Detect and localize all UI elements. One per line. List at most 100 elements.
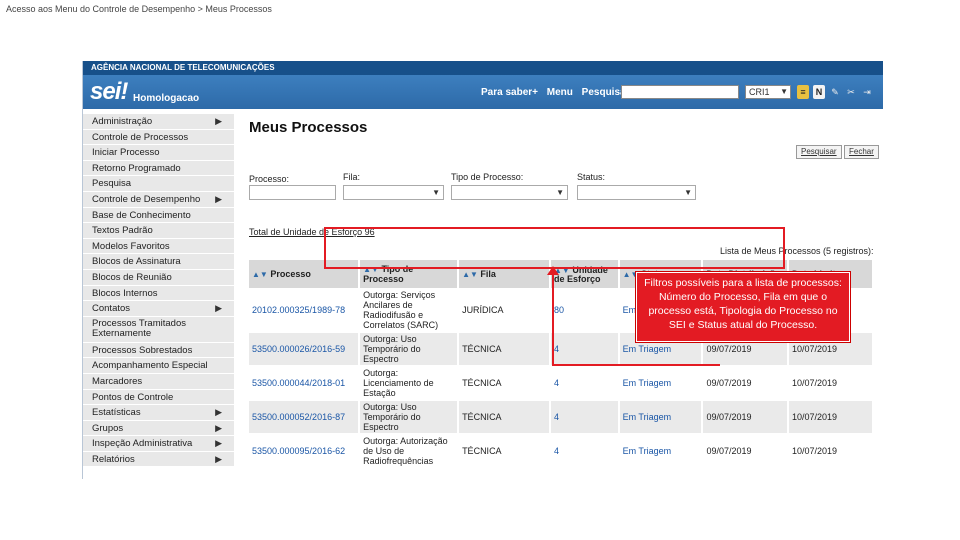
sidebar-item[interactable]: Retorno Programado [83,160,234,177]
sidebar-item-label: Controle de Processos [92,131,189,143]
arrow-line [552,270,554,366]
chevron-right-icon: ▶ [215,303,222,314]
sidebar-item-label: Grupos [92,422,124,434]
unit-selected: CRI1 [749,87,770,97]
sidebar-item[interactable]: Inspeção Administrativa ▶ [83,436,234,452]
sidebar-item[interactable]: Base de Conhecimento [83,207,234,224]
top-menu: Para saber+ Menu Pesquisa [481,87,632,98]
filter-fila-select[interactable]: ▼ [343,185,444,200]
sidebar-item[interactable]: Modelos Favoritos [83,238,234,255]
sidebar-item[interactable]: Estatísticas ▶ [83,405,234,421]
cell-unidade: 4 [550,366,620,401]
sidebar-item-label: Acompanhamento Especial [92,360,208,372]
news-icon[interactable]: N [813,85,825,99]
sort-icon[interactable]: ▲▼ [462,270,478,279]
sidebar-item[interactable]: Processos Sobrestados [83,342,234,359]
chevron-right-icon: ▶ [215,422,222,433]
table-row[interactable]: 53500.000095/2016-62 Outorga: Autorização… [249,434,874,469]
sidebar-item-label: Textos Padrão [92,225,153,237]
sidebar-item-label: Controle de Desempenho [92,193,201,205]
chevron-down-icon: ▼ [684,188,692,197]
user-icon[interactable]: ✎ [829,85,841,99]
sidebar-item-label: Base de Conhecimento [92,209,191,221]
cell-data-limite: 10/07/2019 [788,400,874,435]
table-row[interactable]: 53500.000052/2016-87 Outorga: Uso Temporá… [249,400,874,435]
sidebar-item-label: Retorno Programado [92,162,181,174]
sidebar-item-label: Modelos Favoritos [92,240,170,252]
cell-data-limite: 10/07/2019 [788,366,874,401]
chevron-right-icon: ▶ [215,116,222,126]
cell-fila: TÉCNICA [458,400,551,435]
table-row[interactable]: 53500.000044/2018-01 Outorga: Licenciamen… [249,366,874,401]
cell-processo[interactable]: 53500.000052/2016-87 [249,400,361,435]
sidebar-item[interactable]: Blocos Internos [83,285,234,302]
sidebar-item-label: Iniciar Processo [92,147,160,159]
cell-tipo: Outorga: Uso Temporário do Espectro [359,400,460,435]
cell-processo[interactable]: 53500.000026/2016-59 [249,332,361,367]
fechar-button[interactable]: Fechar [844,145,879,159]
cell-fila: TÉCNICA [458,434,551,469]
search-input[interactable] [621,85,739,99]
sidebar-item[interactable]: Acompanhamento Especial [83,358,234,374]
sidebar-item[interactable]: Administração ▶ [83,114,234,130]
cell-processo[interactable]: 53500.000095/2016-62 [249,434,361,469]
sidebar-item[interactable]: Pontos de Controle [83,389,234,406]
sidebar-item[interactable]: Controle de Processos [83,129,234,146]
cell-unidade: 80 [550,288,620,333]
menu-para-saber[interactable]: Para saber+ [481,87,538,98]
sidebar-item-label: Marcadores [92,375,143,387]
sidebar-item-label: Estatísticas [92,407,141,419]
sidebar-item-label: Blocos de Reunião [92,271,172,283]
page-title: Meus Processos [249,119,368,136]
chevron-right-icon: ▶ [215,438,222,449]
cell-data-distribuicao: 09/07/2019 [702,400,789,435]
filter-tipo-select[interactable]: ▼ [451,185,568,200]
sort-icon[interactable]: ▲▼ [252,270,268,279]
filter-status-select[interactable]: ▼ [577,185,696,200]
filter-processo-label: Processo: [249,174,290,184]
sidebar-item[interactable]: Iniciar Processo [83,145,234,161]
filter-processo-input[interactable] [249,185,336,200]
sidebar-item[interactable]: Grupos ▶ [83,420,234,437]
sidebar-item-label: Processos Tramitados Externamente [92,317,186,339]
cell-fila: TÉCNICA [458,332,551,367]
cell-tipo: Outorga: Licenciamento de Estação [359,366,460,401]
chevron-right-icon: ▶ [215,193,222,204]
cell-unidade: 4 [550,400,620,435]
tools-icon[interactable]: ✂ [845,85,857,99]
cell-data-limite: 10/07/2019 [788,434,874,469]
notification-icon[interactable]: ≡ [797,85,809,99]
cell-unidade: 4 [550,332,620,367]
agency-bar: AGÊNCIA NACIONAL DE TELECOMUNICAÇÕES [83,61,883,75]
chevron-right-icon: ▶ [215,407,222,418]
sidebar-item[interactable]: Processos Tramitados Externamente [83,316,234,343]
pesquisar-button[interactable]: Pesquisar [796,145,842,159]
cell-status[interactable]: Em Triagem [618,400,704,435]
sidebar-item-label: Blocos Internos [92,287,158,299]
cell-status[interactable]: Em Triagem [618,366,704,401]
cell-unidade: 4 [550,434,620,469]
filter-tipo-label: Tipo de Processo: [451,172,524,182]
sidebar-item[interactable]: Controle de Desempenho ▶ [83,191,234,208]
sei-logo[interactable]: sei! [90,78,128,106]
cell-processo[interactable]: 53500.000044/2018-01 [249,366,361,401]
sidebar-item-label: Relatórios [92,453,135,465]
sidebar-item[interactable]: Marcadores [83,373,234,390]
exit-icon[interactable]: ⇥ [861,85,873,99]
sidebar-item-label: Inspeção Administrativa [92,438,193,450]
sidebar-item[interactable]: Contatos ▶ [83,301,234,317]
cell-status[interactable]: Em Triagem [618,434,704,469]
sidebar-item[interactable]: Blocos de Assinatura [83,254,234,270]
chevron-right-icon: ▶ [215,453,222,464]
breadcrumb: Acesso aos Menu do Controle de Desempenh… [6,4,272,14]
cell-processo[interactable]: 20102.000325/1989-78 [249,288,361,333]
menu-pesquisa[interactable]: Pesquisa [582,87,626,98]
sidebar-item[interactable]: Relatórios ▶ [83,451,234,468]
sei-window: AGÊNCIA NACIONAL DE TELECOMUNICAÇÕES sei… [82,61,883,479]
menu-toggle[interactable]: Menu [547,87,573,98]
unit-select[interactable]: CRI1 ▼ [745,85,791,99]
cell-data-distribuicao: 09/07/2019 [702,366,789,401]
sidebar-item[interactable]: Pesquisa [83,176,234,192]
sidebar-item[interactable]: Textos Padrão [83,223,234,239]
sidebar-item[interactable]: Blocos de Reunião [83,269,234,286]
